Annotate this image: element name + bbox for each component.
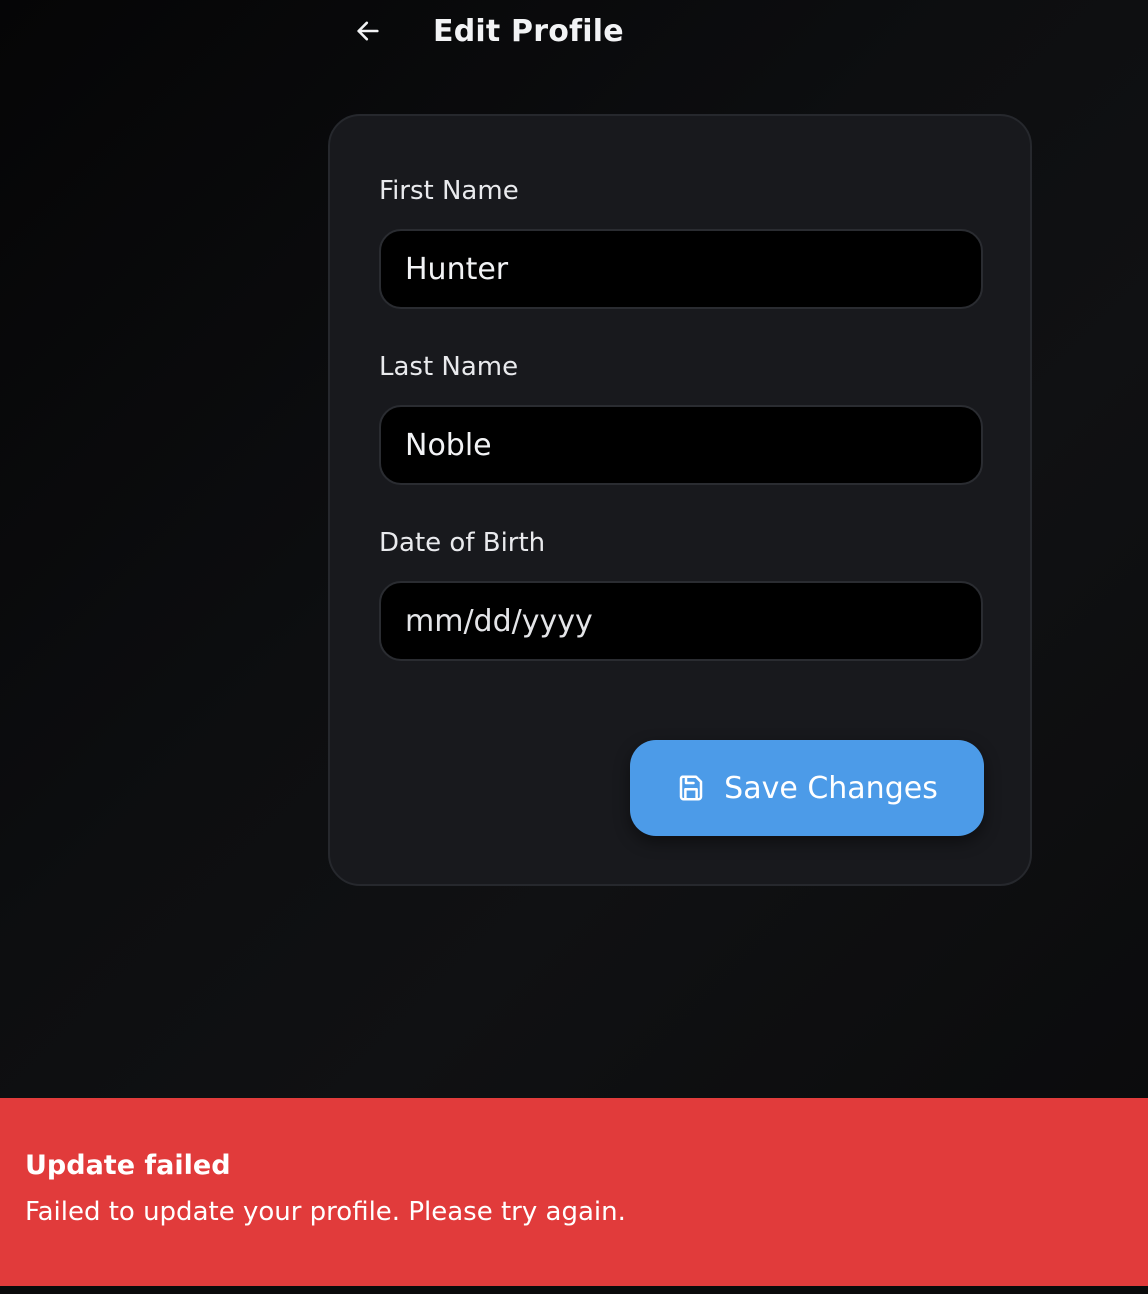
profile-form-card: First Name Last Name Date of Birth Save … [328, 114, 1032, 886]
page-header: Edit Profile [340, 0, 624, 62]
save-changes-label: Save Changes [724, 770, 938, 806]
edit-profile-page: Edit Profile First Name Last Name Date o… [0, 0, 1148, 1294]
toast-message: Failed to update your profile. Please tr… [25, 1197, 626, 1227]
page-title: Edit Profile [433, 13, 624, 49]
toast-title: Update failed [25, 1150, 231, 1181]
date-of-birth-input[interactable] [379, 581, 983, 661]
last-name-input[interactable] [379, 405, 983, 485]
first-name-input[interactable] [379, 229, 983, 309]
back-button[interactable] [340, 3, 396, 59]
date-of-birth-label: Date of Birth [379, 528, 546, 558]
floppy-disk-icon [676, 773, 706, 803]
arrow-left-icon [357, 21, 379, 41]
save-changes-button[interactable]: Save Changes [630, 740, 984, 836]
first-name-label: First Name [379, 176, 519, 206]
error-toast[interactable]: Update failed Failed to update your prof… [0, 1098, 1148, 1286]
bottom-strip [0, 1286, 1148, 1294]
last-name-label: Last Name [379, 352, 519, 382]
